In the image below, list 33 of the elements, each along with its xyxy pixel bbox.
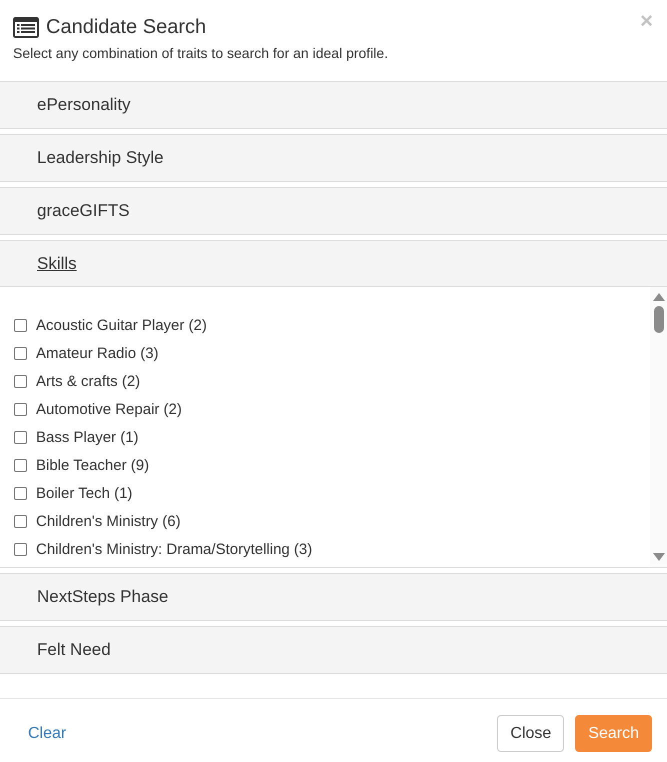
option-label: Amateur Radio (3) [36, 344, 159, 362]
checkbox[interactable] [14, 542, 27, 556]
checkbox[interactable] [14, 514, 27, 528]
checkbox[interactable] [14, 486, 27, 500]
list-icon [13, 16, 39, 38]
checkbox[interactable] [14, 374, 27, 388]
scrollbar-thumb[interactable] [654, 306, 664, 333]
clear-link[interactable]: Clear [28, 724, 66, 742]
panel-heading[interactable]: Felt Need [0, 627, 667, 673]
dialog-title: Candidate Search [46, 15, 206, 39]
checkbox[interactable] [14, 430, 27, 444]
checkbox[interactable] [14, 346, 27, 360]
scroll-down-icon[interactable] [652, 553, 664, 561]
scroll-up-icon[interactable] [652, 293, 664, 301]
option-label: Bass Player (1) [36, 428, 139, 446]
option-label: Bible Teacher (9) [36, 456, 150, 474]
scrollbar-track[interactable] [650, 287, 667, 567]
panel-heading[interactable]: ePersonality [0, 82, 667, 128]
checkbox[interactable] [14, 458, 27, 472]
option-label: Boiler Tech (1) [36, 484, 132, 502]
checkbox[interactable] [14, 318, 27, 332]
close-dialog-button[interactable]: Close [497, 715, 564, 752]
panel-heading[interactable]: graceGIFTS [0, 188, 667, 234]
option-label: Children's Ministry: Drama/Storytelling (3) [36, 540, 312, 558]
option-label: Children's Ministry (6) [36, 512, 181, 530]
panel-heading[interactable]: Leadership Style [0, 135, 667, 181]
panel-heading[interactable]: NextSteps Phase [0, 574, 667, 620]
panel-heading[interactable]: Skills [0, 241, 667, 287]
dialog-subtitle: Select any combination of traits to search for an ideal profile. [13, 44, 390, 62]
option-label: Automotive Repair (2) [36, 400, 182, 418]
checkbox[interactable] [14, 402, 27, 416]
option-label: Acoustic Guitar Player (2) [36, 316, 207, 334]
option-label: Arts & crafts (2) [36, 372, 140, 390]
